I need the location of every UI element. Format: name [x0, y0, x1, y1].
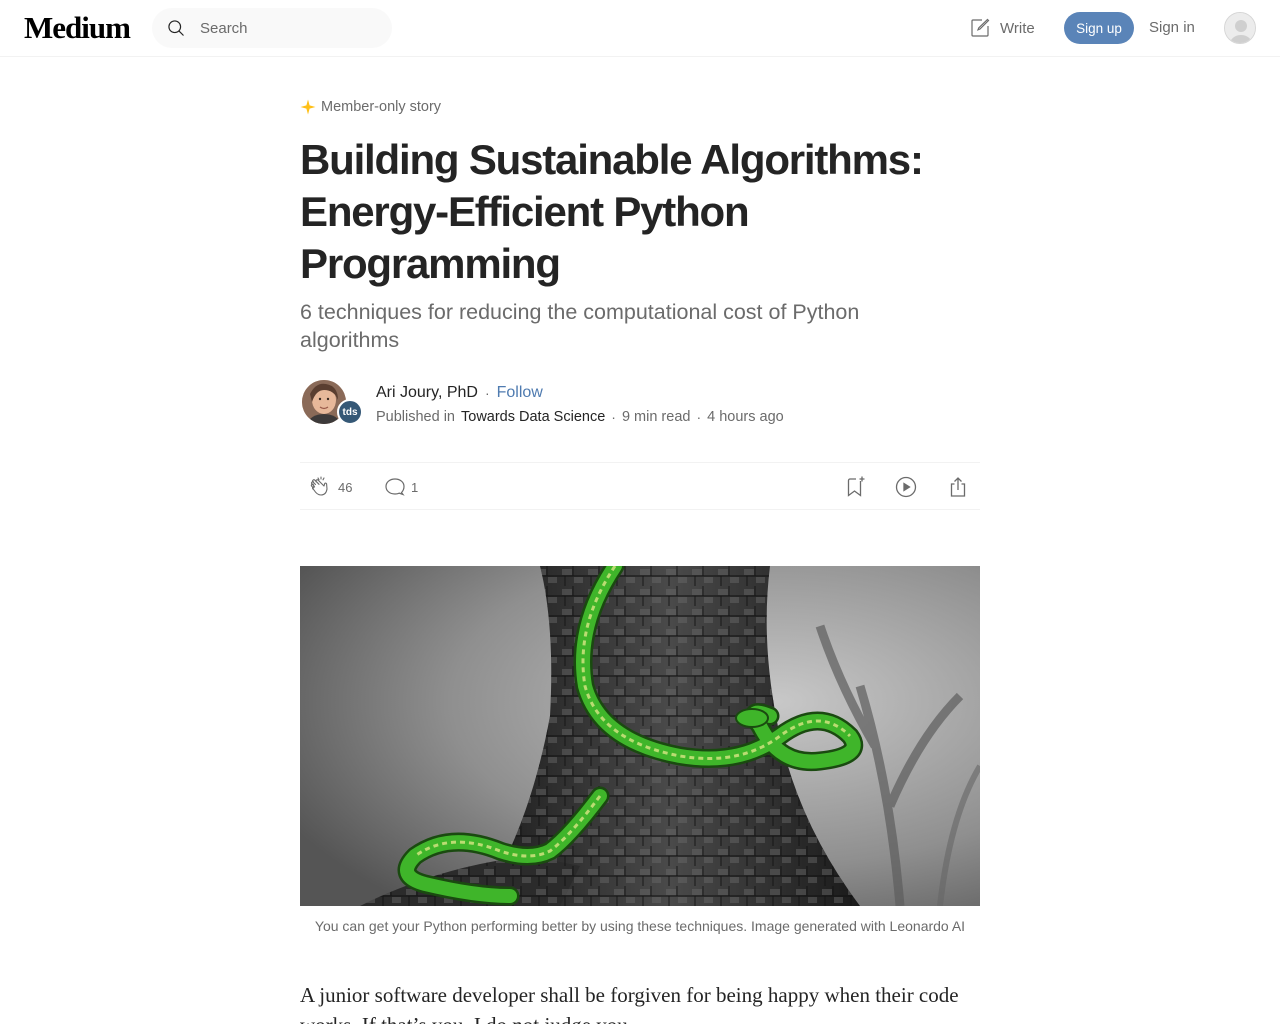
member-only-tag: Member-only story	[300, 99, 441, 115]
medium-logo[interactable]: Medium	[24, 10, 131, 46]
search-placeholder: Search	[200, 20, 248, 37]
snake-on-tree-illustration	[300, 566, 980, 906]
clap-count: 46	[338, 479, 353, 495]
publication-badge[interactable]: tds	[337, 399, 363, 425]
author-line: Ari Joury, PhD · Follow	[376, 384, 543, 402]
article-title: Building Sustainable Algorithms: Energy-…	[300, 136, 924, 287]
author-name[interactable]: Ari Joury, PhD	[376, 384, 478, 402]
share-icon[interactable]	[946, 475, 970, 499]
image-caption: You can get your Python performing bette…	[314, 918, 966, 934]
response-count: 1	[411, 479, 419, 495]
listen-icon[interactable]	[894, 475, 918, 499]
published-in-label: Published in	[376, 409, 455, 425]
top-navigation: Medium Search Write Sign up Sign in	[0, 0, 1280, 57]
member-only-label: Member-only story	[321, 99, 442, 115]
publication-link[interactable]: Towards Data Science	[461, 409, 605, 425]
publication-meta: Published in Towards Data Science · 9 mi…	[376, 409, 784, 425]
follow-button[interactable]: Follow	[497, 384, 543, 402]
write-button[interactable]: Write	[968, 16, 1035, 40]
response-icon	[385, 478, 405, 496]
clap-button[interactable]: 46	[308, 475, 352, 499]
hero-image	[300, 566, 980, 906]
user-avatar[interactable]	[1224, 12, 1256, 44]
search-icon	[168, 20, 184, 36]
responses-button[interactable]: 1	[383, 475, 418, 499]
article-body-paragraph: A junior software developer shall be for…	[300, 983, 959, 1024]
sign-up-button[interactable]: Sign up	[1064, 12, 1134, 44]
separator-dot: ·	[611, 409, 616, 425]
article-subtitle: 6 techniques for reducing the computatio…	[300, 300, 860, 352]
default-avatar-icon	[1225, 13, 1255, 43]
write-icon	[971, 18, 990, 37]
sign-in-link[interactable]: Sign in	[1149, 19, 1195, 36]
clap-icon	[310, 476, 328, 496]
bookmark-icon[interactable]	[843, 475, 867, 499]
published-time: 4 hours ago	[707, 409, 784, 425]
separator-dot: ·	[696, 409, 702, 425]
search-input[interactable]: Search	[152, 8, 392, 48]
separator-dot: ·	[484, 385, 490, 401]
article-action-bar: 46 1	[300, 462, 980, 510]
member-star-icon	[300, 99, 316, 115]
write-label: Write	[1000, 19, 1035, 37]
read-time: 9 min read	[621, 409, 691, 425]
